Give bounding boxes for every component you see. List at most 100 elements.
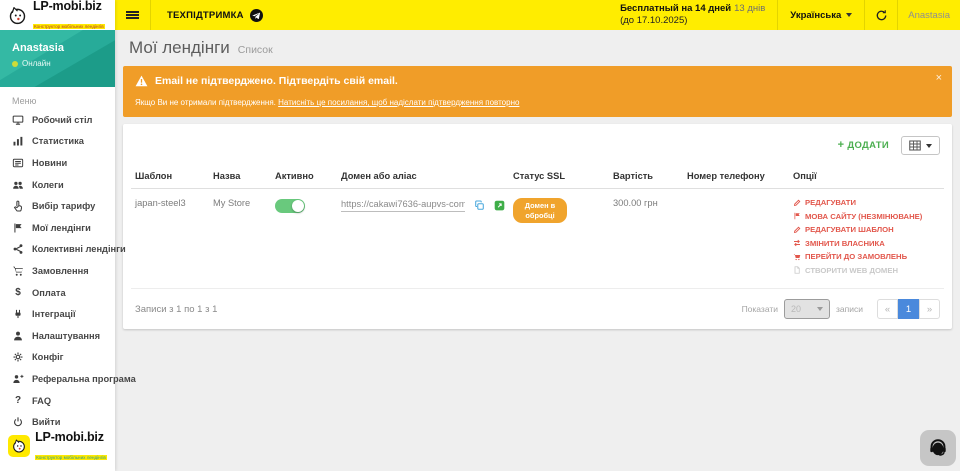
- pagination-prev-button[interactable]: «: [877, 299, 898, 319]
- col-header-price[interactable]: Вартість: [609, 165, 683, 189]
- row-template: japan-steel3: [131, 189, 209, 289]
- cart-icon: [12, 265, 24, 277]
- power-icon: [12, 416, 24, 428]
- sidebar-item-news[interactable]: Новини: [0, 152, 115, 174]
- trial-info: Бесплатный на 14 дней13 днів (до 17.10.2…: [620, 3, 777, 27]
- topbar-username[interactable]: Anastasia: [898, 0, 960, 30]
- col-header-ssl[interactable]: Статус SSL: [509, 165, 609, 189]
- col-header-options[interactable]: Опції: [789, 165, 944, 189]
- pagination-next-button[interactable]: »: [919, 299, 940, 319]
- sidebar-item-faq[interactable]: ? FAQ: [0, 390, 115, 412]
- page-size-select[interactable]: 20: [784, 299, 830, 319]
- language-selector[interactable]: Українська: [778, 0, 864, 30]
- chart-icon: [12, 135, 24, 147]
- sidebar-user-name: Anastasia: [12, 42, 103, 54]
- support-link[interactable]: ТЕХПІДТРИМКА: [167, 9, 263, 22]
- option-site-language[interactable]: МОВА САЙТУ (НЕЗМІНЮВАНЕ): [793, 212, 940, 221]
- support-label: ТЕХПІДТРИМКА: [167, 10, 244, 21]
- records-suffix: записи: [836, 304, 863, 314]
- sidebar-item-payment[interactable]: $ Оплата: [0, 282, 115, 304]
- resend-confirmation-link[interactable]: Натисніть це посилання, щоб надіслати пі…: [278, 98, 519, 107]
- open-site-icon[interactable]: [494, 200, 505, 211]
- main-content: Мої лендінги Список Email не підтверджен…: [115, 30, 960, 471]
- hamburger-menu-icon[interactable]: [115, 0, 151, 30]
- sidebar-user-panel: Anastasia Онлайн: [0, 30, 115, 87]
- page-title: Мої лендінги: [129, 38, 230, 58]
- ssl-status-badge: Домен в обробці: [513, 198, 567, 223]
- col-header-domain[interactable]: Домен або аліас: [337, 165, 509, 189]
- telegram-icon: [250, 9, 263, 22]
- option-create-web-domain: СТВОРИТИ WEB ДОМЕН: [793, 266, 940, 275]
- share-icon: [12, 243, 24, 255]
- chevron-down-icon: [817, 307, 823, 311]
- email-alert-banner: Email не підтверджено. Підтвердіть свій …: [123, 66, 952, 117]
- sidebar-item-settings[interactable]: Налаштування: [0, 325, 115, 347]
- file-icon: [793, 266, 801, 274]
- plug-icon: [12, 308, 24, 320]
- option-change-owner[interactable]: ЗМІНИТИ ВЛАСНИКА: [793, 239, 940, 248]
- pagination-page-1[interactable]: 1: [898, 299, 919, 319]
- online-status-dot: [12, 61, 18, 67]
- gear-icon: [12, 351, 24, 363]
- row-options: РЕДАГУВАТИ МОВА САЙТУ (НЕЗМІНЮВАНЕ) РЕДА…: [793, 198, 940, 275]
- flag-icon: [12, 222, 24, 234]
- sidebar-item-collective-landings[interactable]: Колективні лендінги: [0, 239, 115, 261]
- landings-table: Шаблон Назва Активно Домен або аліас Ста…: [131, 165, 944, 289]
- domain-input[interactable]: [341, 198, 465, 212]
- records-info: Записи з 1 по 1 з 1: [135, 304, 217, 315]
- desktop-icon: [12, 114, 24, 126]
- sidebar-item-tariff[interactable]: Вибір тарифу: [0, 195, 115, 217]
- logo-subtitle: Конструктор мобільних лендінгів: [33, 24, 105, 29]
- col-header-name[interactable]: Назва: [209, 165, 271, 189]
- option-edit[interactable]: РЕДАГУВАТИ: [793, 198, 940, 207]
- app-logo[interactable]: LP-mobi.biz Конструктор мобільних лендін…: [0, 0, 115, 30]
- language-label: Українська: [790, 10, 841, 21]
- col-header-active[interactable]: Активно: [271, 165, 337, 189]
- sidebar-item-orders[interactable]: Замовлення: [0, 260, 115, 282]
- dog-logo-icon: [7, 5, 28, 26]
- news-icon: [12, 157, 24, 169]
- sidebar-menu: Робочий стіл Статистика Новини Колеги Ви…: [0, 109, 115, 433]
- cart-icon: [793, 253, 801, 261]
- refresh-button[interactable]: [865, 0, 897, 30]
- headset-icon: [927, 437, 949, 459]
- alert-body-text: Якщо Ви не отримали підтвердження.: [135, 98, 276, 107]
- swap-icon: [793, 239, 801, 247]
- edit-icon: [793, 226, 801, 234]
- row-phone: [683, 189, 789, 289]
- footer-logo-text: LP-mobi.biz: [35, 430, 104, 444]
- row-name: My Store: [209, 189, 271, 289]
- sidebar: LP-mobi.biz Конструктор мобільних лендін…: [0, 0, 115, 471]
- col-header-template[interactable]: Шаблон: [131, 165, 209, 189]
- grid-icon: [909, 140, 921, 151]
- sidebar-item-referral[interactable]: Реферальна програма: [0, 368, 115, 390]
- sidebar-item-my-landings[interactable]: Мої лендінги: [0, 217, 115, 239]
- language-icon: [793, 212, 801, 220]
- landings-card: + ДОДАТИ Шаблон Назва Активно Домен або …: [123, 124, 952, 329]
- col-header-phone[interactable]: Номер телефону: [683, 165, 789, 189]
- close-icon[interactable]: ×: [936, 73, 942, 84]
- tap-icon: [12, 200, 24, 212]
- row-price: 300.00 грн: [609, 189, 683, 289]
- column-visibility-button[interactable]: [901, 136, 940, 155]
- alert-title-text: Email не підтверджено. Підтвердіть свій …: [155, 75, 398, 87]
- sidebar-item-desktop[interactable]: Робочий стіл: [0, 109, 115, 131]
- plus-icon: +: [838, 140, 845, 151]
- option-edit-template[interactable]: РЕДАГУВАТИ ШАБЛОН: [793, 225, 940, 234]
- page-subtitle: Список: [238, 44, 273, 56]
- trial-until-date: (до 17.10.2025): [620, 15, 765, 27]
- menu-section-label: Меню: [0, 87, 115, 109]
- user-plus-icon: [12, 373, 24, 385]
- sidebar-item-colleagues[interactable]: Колеги: [0, 174, 115, 196]
- option-go-to-orders[interactable]: ПЕРЕЙТИ ДО ЗАМОВЛЕНЬ: [793, 252, 940, 261]
- sidebar-item-integrations[interactable]: Інтеграції: [0, 303, 115, 325]
- active-toggle[interactable]: [275, 199, 305, 213]
- support-chat-button[interactable]: [920, 430, 956, 466]
- sidebar-item-config[interactable]: Конфіг: [0, 347, 115, 369]
- table-row: japan-steel3 My Store: [131, 189, 944, 289]
- dollar-icon: $: [12, 288, 24, 298]
- copy-icon[interactable]: [474, 200, 485, 211]
- chevron-down-icon: [846, 13, 852, 17]
- add-landing-button[interactable]: + ДОДАТИ: [838, 140, 889, 151]
- sidebar-item-statistics[interactable]: Статистика: [0, 131, 115, 153]
